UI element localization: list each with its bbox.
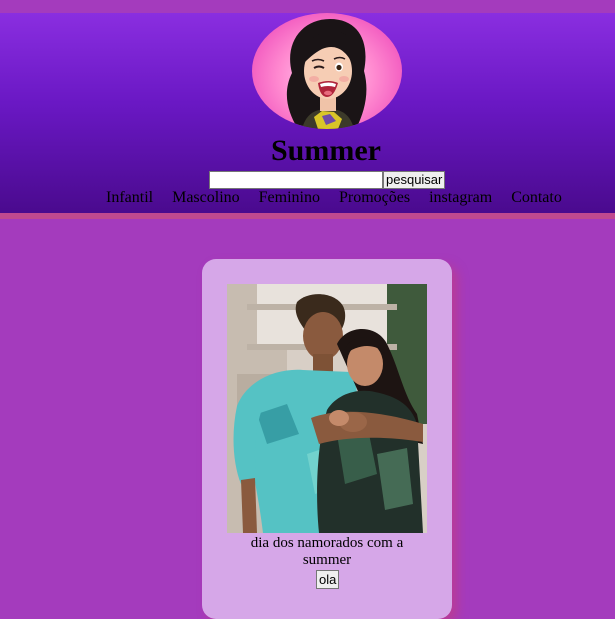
avatar-illustration	[286, 19, 367, 129]
nav-link-contato[interactable]: Contato	[511, 189, 562, 207]
card-action-button[interactable]: ola	[316, 570, 340, 589]
nav-link-feminino[interactable]: Feminino	[259, 189, 320, 207]
product-card: dia dos namorados com a summer ola	[202, 259, 452, 619]
nav-link-promocoes[interactable]: Promoções	[339, 189, 410, 207]
couple-photo-icon[interactable]	[227, 284, 427, 533]
search-bar: pesquisar	[209, 171, 446, 189]
site-title: Summer	[271, 134, 381, 167]
card-caption: dia dos namorados com a summer	[250, 535, 404, 568]
nav-link-infantil[interactable]: Infantil	[106, 189, 153, 207]
nav-link-instagram[interactable]: instagram	[429, 189, 492, 207]
nav-link-masculino[interactable]: Mascolino	[172, 189, 240, 207]
top-strip	[0, 0, 615, 13]
logo-avatar-icon[interactable]	[252, 13, 402, 129]
main-nav: Infantil Mascolino Feminino Promoções in…	[106, 189, 562, 207]
search-button[interactable]: pesquisar	[383, 171, 446, 189]
couple-illustration	[227, 284, 427, 533]
site-header: Summer pesquisar Infantil Mascolino Femi…	[0, 13, 615, 213]
header-divider	[0, 213, 615, 219]
search-input[interactable]	[209, 171, 383, 189]
